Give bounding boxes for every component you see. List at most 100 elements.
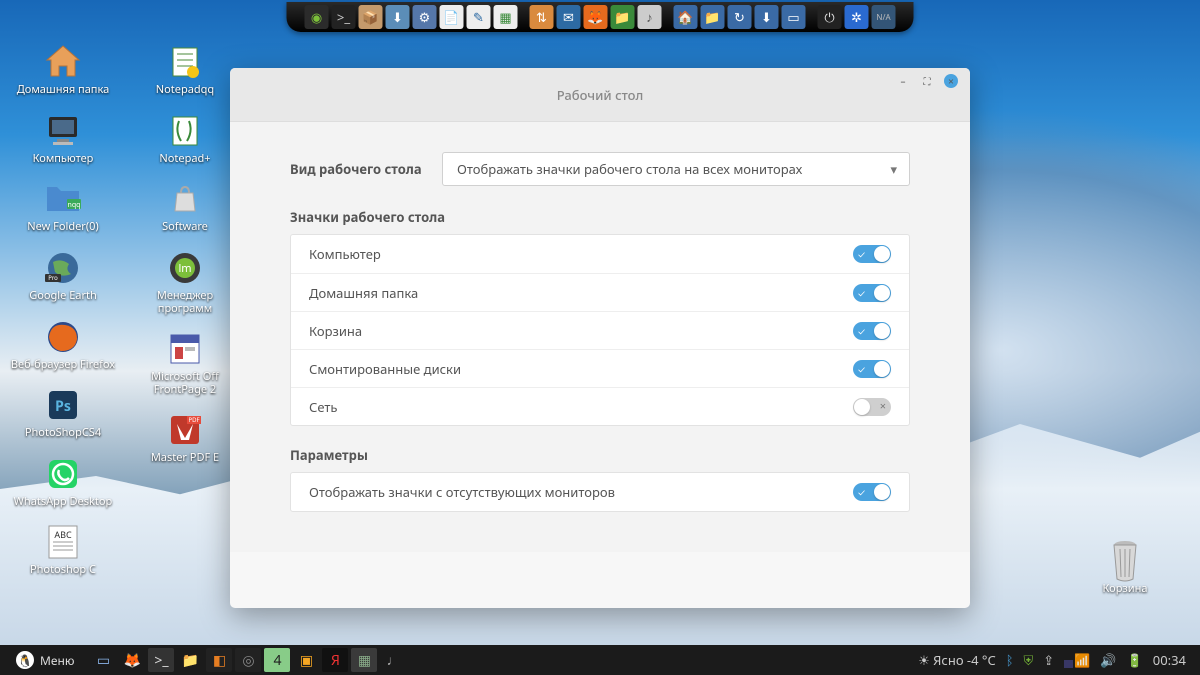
toggle-switch[interactable] bbox=[853, 398, 891, 416]
firefox-task-icon[interactable]: 🦊 bbox=[119, 648, 145, 672]
accessibility-icon[interactable]: ✲ bbox=[845, 5, 869, 29]
switcher-task-icon[interactable]: ▣ bbox=[293, 648, 319, 672]
sound-task-icon[interactable]: ♩ bbox=[380, 648, 406, 672]
desktop-icon[interactable]: Веб-браузер Firefox bbox=[8, 313, 118, 376]
row-label: Отображать значки с отсутствующих монито… bbox=[309, 483, 853, 501]
toggle-switch[interactable] bbox=[853, 483, 891, 501]
desktop-icon-label: Notepadqq bbox=[156, 84, 214, 97]
desktop-icon[interactable]: Ps PhotoShopCS4 bbox=[8, 381, 118, 444]
desktop-icon-label: Менеджер программ bbox=[133, 290, 238, 315]
writer-icon[interactable]: ✎ bbox=[467, 5, 491, 29]
firefox-icon[interactable]: 🦊 bbox=[584, 5, 608, 29]
show-desktop-icon[interactable]: ▭ bbox=[90, 648, 116, 672]
svg-text:ABC: ABC bbox=[54, 528, 72, 541]
list-row: Сеть bbox=[291, 387, 909, 425]
toggle-switch[interactable] bbox=[853, 322, 891, 340]
desktop-icon-label: PhotoShopCS4 bbox=[25, 427, 101, 440]
transmission-icon[interactable]: ⇅ bbox=[530, 5, 554, 29]
section-desktop-icons-heading: Значки рабочего стола bbox=[290, 208, 910, 226]
bottom-panel: 🐧 Меню ▭🦊>_📁◧◎4▣Я▦♩ ☀ Ясно -4 °C ᛒ ⛨ ⇪ 📶… bbox=[0, 645, 1200, 675]
maximize-button[interactable]: ⛶ bbox=[920, 74, 934, 88]
desktop-icon[interactable]: Домашняя папка bbox=[8, 38, 118, 101]
list-row: Домашняя папка bbox=[291, 273, 909, 311]
deviantart-task-icon[interactable]: 4 bbox=[264, 648, 290, 672]
menu-label: Меню bbox=[40, 652, 74, 669]
frontpage-icon bbox=[162, 329, 208, 369]
desktop-icon[interactable]: ABC Photoshop C bbox=[8, 518, 118, 581]
terminal-task-icon[interactable]: >_ bbox=[148, 648, 174, 672]
desktop-icon[interactable]: Notepadqq bbox=[130, 38, 240, 101]
workspace-task-icon[interactable]: ▦ bbox=[351, 648, 377, 672]
desktop-icon-label: New Folder(0) bbox=[27, 221, 98, 234]
row-label: Смонтированные диски bbox=[309, 360, 853, 378]
bluetooth-icon[interactable]: ᛒ bbox=[1006, 651, 1014, 669]
trash-desktop-icon[interactable]: Корзина bbox=[1070, 537, 1180, 600]
menu-button[interactable]: 🐧 Меню bbox=[6, 645, 84, 675]
desktop-icon[interactable]: lm Менеджер программ bbox=[130, 244, 240, 319]
camera-task-icon[interactable]: ◎ bbox=[235, 648, 261, 672]
equalizer-icon[interactable]: ♪ bbox=[638, 5, 662, 29]
backup-icon[interactable]: ↻ bbox=[728, 5, 752, 29]
whatsapp-icon bbox=[40, 454, 86, 494]
downloads-folder-icon[interactable]: ⬇ bbox=[755, 5, 779, 29]
row-label: Компьютер bbox=[309, 245, 853, 263]
clock[interactable]: 00:34 bbox=[1153, 651, 1186, 669]
toggle-switch[interactable] bbox=[853, 360, 891, 378]
shield-icon[interactable]: ⛨ bbox=[1024, 651, 1034, 669]
network-icon[interactable]: N/A bbox=[872, 5, 896, 29]
updates-icon[interactable]: ⇪ bbox=[1043, 651, 1054, 669]
calc-icon[interactable]: ▦ bbox=[494, 5, 518, 29]
view-mode-dropdown[interactable]: Отображать значки рабочего стола на всех… bbox=[442, 152, 910, 186]
svg-text:lm: lm bbox=[178, 261, 191, 276]
pdf-icon: PDF bbox=[162, 410, 208, 450]
desktop-icon[interactable]: WhatsApp Desktop bbox=[8, 450, 118, 513]
package-icon[interactable]: 📦 bbox=[359, 5, 383, 29]
row-label: Корзина bbox=[309, 322, 853, 340]
desktop-icon[interactable]: PDF Master PDF E bbox=[130, 406, 240, 469]
svg-text:Pro: Pro bbox=[48, 274, 58, 282]
desktop-icon-label: Software bbox=[162, 221, 208, 234]
terminal-icon[interactable]: >_ bbox=[332, 5, 356, 29]
yandex-task-icon[interactable]: Я bbox=[322, 648, 348, 672]
desktop-icon[interactable]: Microsoft Off FrontPage 2 bbox=[130, 325, 240, 400]
window-titlebar[interactable]: Рабочий стол – ⛶ × bbox=[230, 68, 970, 122]
office-icon[interactable]: 📄 bbox=[440, 5, 464, 29]
folder-icon: nqq bbox=[40, 179, 86, 219]
files-icon[interactable]: 📁 bbox=[611, 5, 635, 29]
mint-logo-icon: 🐧 bbox=[16, 651, 34, 669]
settings-icon[interactable]: ⚙ bbox=[413, 5, 437, 29]
shutdown-icon[interactable]: ⏻ bbox=[818, 5, 842, 29]
toggle-switch[interactable] bbox=[853, 245, 891, 263]
desktop-icon-label: Notepad+ bbox=[159, 153, 210, 166]
list-row: Отображать значки с отсутствующих монито… bbox=[291, 473, 909, 511]
weather-applet[interactable]: ☀ Ясно -4 °C bbox=[918, 651, 996, 669]
volume-icon[interactable]: 🔊 bbox=[1100, 651, 1116, 669]
mint-menu-icon[interactable]: ◉ bbox=[305, 5, 329, 29]
abc-icon: ABC bbox=[40, 522, 86, 562]
desktop-area: Домашняя папка Компьютерnqq New Folder(0… bbox=[8, 38, 240, 628]
desktop-icon[interactable]: Pro Google Earth bbox=[8, 244, 118, 307]
app1-task-icon[interactable]: ◧ bbox=[206, 648, 232, 672]
firefox-icon bbox=[40, 317, 86, 357]
wifi-icon[interactable]: 📶 bbox=[1074, 651, 1090, 669]
row-label: Сеть bbox=[309, 398, 853, 416]
toggle-switch[interactable] bbox=[853, 284, 891, 302]
download-icon[interactable]: ⬇ bbox=[386, 5, 410, 29]
dropdown-value: Отображать значки рабочего стола на всех… bbox=[457, 160, 802, 178]
settings-window: Рабочий стол – ⛶ × Вид рабочего стола От… bbox=[230, 68, 970, 608]
thunderbird-icon[interactable]: ✉ bbox=[557, 5, 581, 29]
folder2-icon[interactable]: ▭ bbox=[782, 5, 806, 29]
desktop-icon-label: Photoshop C bbox=[30, 564, 96, 577]
desktop-icon[interactable]: Notepad+ bbox=[130, 107, 240, 170]
desktop-icon[interactable]: Software bbox=[130, 175, 240, 238]
desktop-icon[interactable]: Компьютер bbox=[8, 107, 118, 170]
home-folder-icon[interactable]: 🏠 bbox=[674, 5, 698, 29]
close-button[interactable]: × bbox=[944, 74, 958, 88]
files-task-icon[interactable]: 📁 bbox=[177, 648, 203, 672]
trash-icon bbox=[1102, 541, 1148, 581]
minimize-button[interactable]: – bbox=[896, 74, 910, 88]
folder-icon[interactable]: 📁 bbox=[701, 5, 725, 29]
battery-icon[interactable]: 🔋 bbox=[1127, 651, 1143, 669]
bag-icon bbox=[162, 179, 208, 219]
desktop-icon[interactable]: nqq New Folder(0) bbox=[8, 175, 118, 238]
